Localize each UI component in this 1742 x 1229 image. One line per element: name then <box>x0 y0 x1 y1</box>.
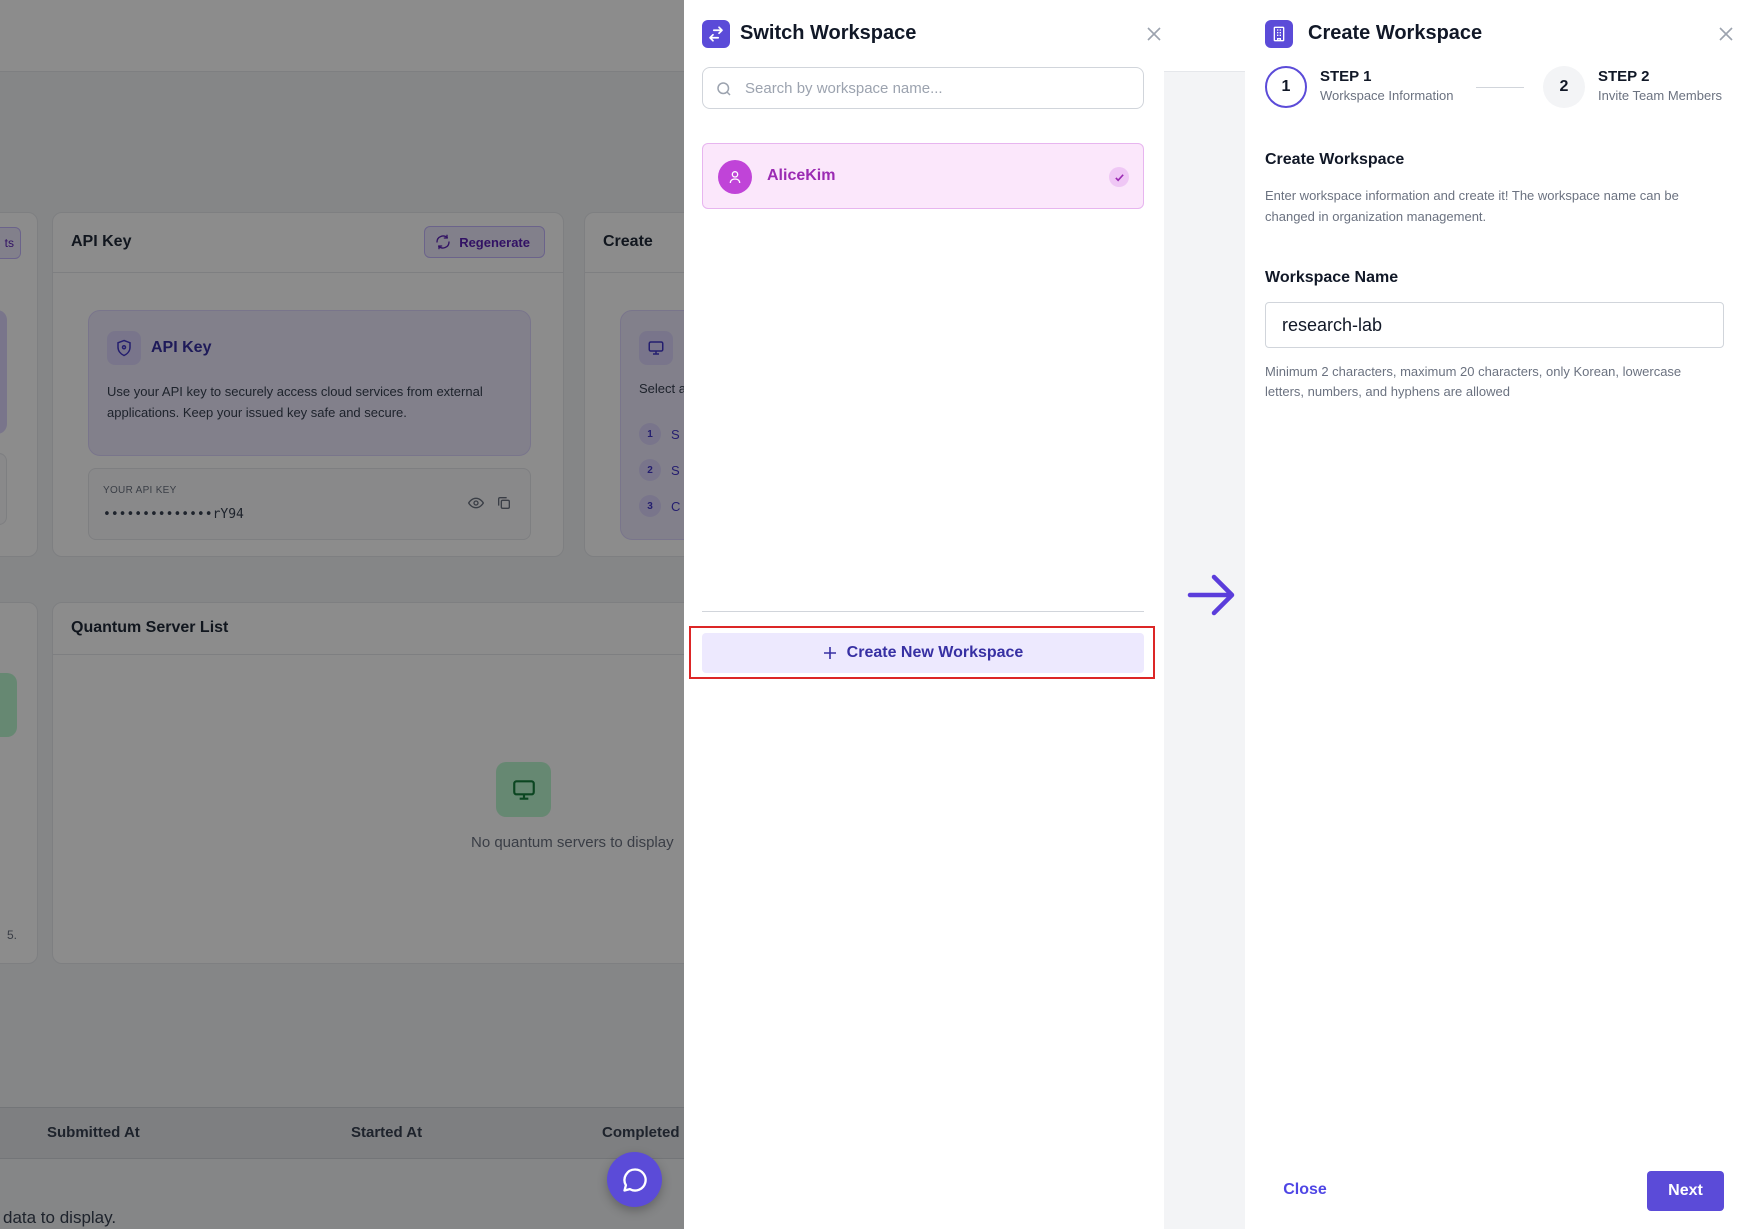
step-2-label: STEP 2 <box>1598 68 1650 85</box>
check-icon <box>1109 167 1129 187</box>
step-1-circle: 1 <box>1265 66 1307 108</box>
step-connector <box>1476 87 1524 88</box>
divider <box>702 611 1144 612</box>
workspace-name-label: Workspace Name <box>1265 269 1399 286</box>
workspace-name: AliceKim <box>767 167 836 184</box>
plus-icon <box>823 647 836 659</box>
create-workspace-title: Create Workspace <box>1308 22 1483 44</box>
create-new-workspace-label: Create New Workspace <box>846 644 1024 661</box>
next-button[interactable]: Next <box>1647 1171 1724 1211</box>
user-icon <box>718 160 752 194</box>
workspace-name-input[interactable] <box>1265 302 1724 348</box>
workspace-search-input[interactable] <box>743 78 1143 98</box>
section-description: Enter workspace information and create i… <box>1265 188 1679 224</box>
arrow-right-icon <box>1187 574 1235 616</box>
create-workspace-panel: Create Workspace 1 STEP 1 Workspace Info… <box>1245 0 1742 1229</box>
step-1-label: STEP 1 <box>1320 68 1372 85</box>
step-1-sub: Workspace Information <box>1320 88 1454 103</box>
switch-panel-close-icon[interactable] <box>1145 25 1163 43</box>
step-2-circle: 2 <box>1543 66 1585 108</box>
switch-arrows-icon <box>702 20 730 48</box>
modal-overlay[interactable] <box>0 0 684 1229</box>
switch-workspace-panel: Switch Workspace AliceKim Create New Wor… <box>684 0 1164 1229</box>
chat-bubble-icon <box>622 1167 647 1192</box>
search-icon <box>717 82 731 96</box>
close-button[interactable]: Close <box>1265 1170 1345 1210</box>
create-panel-close-icon[interactable] <box>1717 25 1735 43</box>
step-2-sub: Invite Team Members <box>1598 88 1723 103</box>
building-icon <box>1265 20 1293 48</box>
workspace-search[interactable] <box>702 67 1144 109</box>
create-new-workspace-button[interactable]: Create New Workspace <box>702 633 1144 673</box>
workspace-name-hint: Minimum 2 characters, maximum 20 charact… <box>1265 364 1682 399</box>
section-title: Create Workspace <box>1265 151 1405 168</box>
chat-button[interactable] <box>607 1152 662 1207</box>
switch-workspace-title: Switch Workspace <box>740 22 917 44</box>
workspace-item[interactable]: AliceKim <box>702 143 1144 209</box>
